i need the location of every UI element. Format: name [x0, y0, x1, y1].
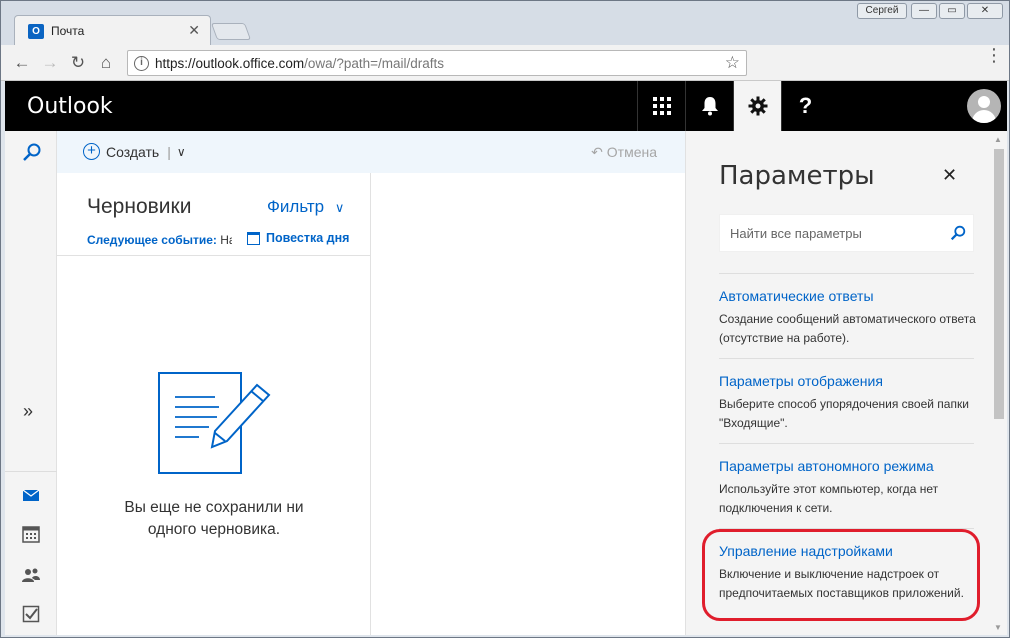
- next-event-value: На се: [220, 233, 232, 247]
- outlook-app: » + Создать | ∨ ↶ Отмена Черновики Фильт…: [5, 131, 1007, 635]
- filter-label: Фильтр: [267, 197, 325, 216]
- minimize-button[interactable]: —: [911, 3, 937, 19]
- settings-search: [719, 214, 974, 252]
- empty-line-1: Вы еще не сохранили ни: [124, 499, 304, 516]
- forward-icon[interactable]: →: [39, 52, 61, 74]
- outlook-header: Outlook ?: [5, 81, 1007, 131]
- agenda-button[interactable]: Повестка дня: [247, 231, 349, 245]
- profile-button[interactable]: Сергей: [857, 3, 907, 19]
- maximize-button[interactable]: ▭: [939, 3, 965, 19]
- url-path: /owa/?path=/mail/drafts: [304, 56, 445, 71]
- undo-button[interactable]: ↶ Отмена: [591, 144, 657, 161]
- home-icon[interactable]: ⌂: [95, 52, 117, 74]
- avatar[interactable]: [967, 89, 1001, 123]
- folder-title: Черновики: [87, 195, 192, 218]
- bookmark-star-icon[interactable]: ☆: [725, 53, 740, 73]
- close-window-button[interactable]: ✕: [967, 3, 1003, 19]
- plus-icon: +: [83, 143, 100, 160]
- calendar-icon[interactable]: [21, 524, 41, 544]
- list-divider: [57, 255, 371, 256]
- outlook-favicon-icon: O: [28, 24, 44, 39]
- browser-tab-mail[interactable]: O Почта ✕: [14, 15, 211, 45]
- settings-title: Параметры: [719, 161, 875, 191]
- scroll-up-icon[interactable]: ▲: [994, 135, 1002, 144]
- create-label: Создать: [106, 143, 160, 160]
- settings-item-link[interactable]: Параметры автономного режима: [719, 458, 981, 474]
- tab-strip: O Почта ✕ Сергей — ▭ ✕: [1, 1, 1009, 45]
- bell-icon: [701, 97, 718, 116]
- browser-toolbar: ← → ↻ ⌂ i https://outlook.office.com/owa…: [1, 45, 1009, 81]
- app-launcher-icon: [652, 97, 671, 115]
- agenda-label: Повестка дня: [266, 231, 350, 245]
- next-event[interactable]: Следующее событие: На се: [87, 233, 232, 247]
- settings-item-display[interactable]: Параметры отображения Выберите способ уп…: [719, 373, 981, 433]
- settings-item-auto-replies[interactable]: Автоматические ответы Создание сообщений…: [719, 288, 981, 348]
- settings-divider: [719, 358, 974, 359]
- settings-search-input[interactable]: [720, 215, 945, 251]
- next-event-label: Следующее событие:: [87, 233, 217, 247]
- undo-icon: ↶: [591, 144, 603, 160]
- search-button[interactable]: [5, 131, 57, 173]
- settings-panel: Параметры ✕ Автоматические ответы Создан…: [685, 131, 1007, 635]
- left-rail: »: [5, 131, 57, 635]
- site-info-icon[interactable]: i: [134, 56, 149, 71]
- message-list-pane: Черновики Фильтр ∨ Следующее событие: На…: [57, 173, 371, 635]
- browser-menu-icon[interactable]: ⋮: [985, 46, 1003, 64]
- undo-label: Отмена: [606, 144, 657, 160]
- create-separator: |: [167, 143, 171, 160]
- settings-item-desc: Создание сообщений автоматического ответ…: [719, 312, 976, 345]
- url-host: https://outlook.office.com: [155, 56, 305, 71]
- chevron-down-icon[interactable]: ∨: [177, 145, 186, 159]
- settings-item-desc: Используйте этот компьютер, когда нет по…: [719, 482, 939, 515]
- scroll-down-icon[interactable]: ▼: [994, 623, 1002, 632]
- outlook-brand[interactable]: Outlook: [27, 94, 113, 119]
- address-bar[interactable]: i https://outlook.office.com/owa/?path=/…: [127, 50, 747, 76]
- chevron-down-icon: ∨: [334, 200, 345, 215]
- create-button[interactable]: + Создать | ∨: [83, 143, 186, 160]
- highlight-annotation: [702, 529, 980, 621]
- settings-item-link[interactable]: Автоматические ответы: [719, 288, 981, 304]
- close-icon[interactable]: ✕: [942, 165, 957, 186]
- tasks-icon[interactable]: [21, 604, 41, 624]
- help-icon: ?: [798, 93, 813, 118]
- command-bar: + Создать | ∨ ↶ Отмена: [57, 131, 685, 173]
- extension-area: [751, 52, 969, 74]
- mail-icon[interactable]: [21, 485, 41, 505]
- expand-rail-icon[interactable]: »: [23, 401, 33, 422]
- new-tab-button[interactable]: [210, 23, 252, 40]
- tab-close-icon[interactable]: ✕: [188, 22, 200, 39]
- rail-divider: [5, 471, 57, 472]
- reload-icon[interactable]: ↻: [67, 52, 89, 74]
- empty-state-message: Вы еще не сохранили ни одного черновика.: [87, 497, 341, 541]
- search-icon[interactable]: [949, 224, 967, 242]
- gear-icon: [748, 96, 767, 116]
- settings-item-desc: Выберите способ упорядочения своей папки…: [719, 397, 969, 430]
- back-icon[interactable]: ←: [11, 52, 33, 74]
- help-button[interactable]: ?: [781, 81, 829, 131]
- calendar-small-icon: [247, 231, 260, 245]
- people-icon[interactable]: [21, 565, 41, 585]
- settings-button[interactable]: [733, 81, 781, 131]
- settings-item-link[interactable]: Параметры отображения: [719, 373, 981, 389]
- search-icon: [23, 143, 41, 161]
- tab-title: Почта: [51, 24, 85, 38]
- url-text[interactable]: https://outlook.office.com/owa/?path=/ma…: [155, 56, 444, 71]
- settings-item-offline[interactable]: Параметры автономного режима Используйте…: [719, 458, 981, 518]
- empty-drafts-illustration-icon: [158, 372, 271, 474]
- notifications-button[interactable]: [685, 81, 733, 131]
- filter-button[interactable]: Фильтр ∨: [267, 197, 344, 217]
- empty-line-2: одного черновика.: [147, 521, 281, 538]
- settings-scrollbar[interactable]: [994, 149, 1004, 419]
- settings-divider: [719, 273, 974, 274]
- browser-window: O Почта ✕ Сергей — ▭ ✕ ← → ↻ ⌂ i https:/…: [0, 0, 1010, 638]
- app-launcher-button[interactable]: [637, 81, 685, 131]
- settings-divider: [719, 443, 974, 444]
- reading-pane: [371, 173, 685, 635]
